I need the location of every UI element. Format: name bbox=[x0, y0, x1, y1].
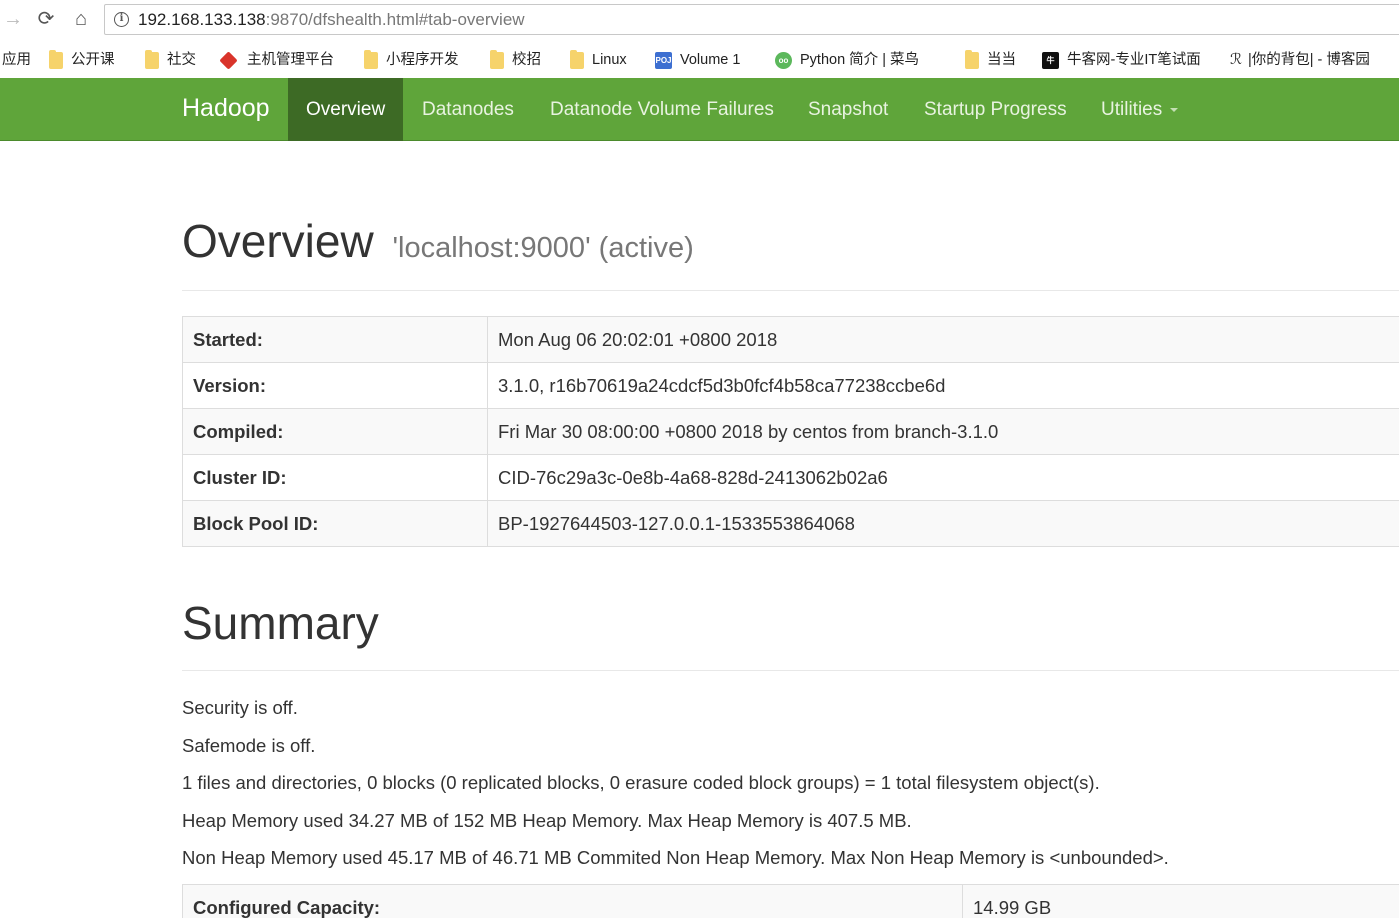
folder-icon bbox=[49, 49, 63, 69]
red-diamond-icon bbox=[219, 50, 238, 70]
table-row: Block Pool ID: BP-1927644503-127.0.0.1-15… bbox=[182, 500, 1399, 547]
page-title: Overview 'localhost:9000' (active) bbox=[182, 214, 694, 268]
summary-table: Configured Capacity: 14.99 GB bbox=[182, 884, 1399, 918]
overview-table: Started: Mon Aug 06 20:02:01 +0800 2018 V… bbox=[182, 316, 1399, 547]
row-key: Version: bbox=[182, 362, 488, 409]
bookmark-linux[interactable]: Linux bbox=[570, 49, 627, 71]
nowcoder-icon: 牛 bbox=[1042, 51, 1059, 69]
folder-icon bbox=[364, 49, 378, 69]
folder-icon bbox=[490, 49, 504, 69]
overview-title: Overview bbox=[182, 215, 374, 267]
back-arrow-icon[interactable]: → bbox=[0, 6, 26, 32]
bookmark-cnblogs[interactable]: ℛ |你的背包| - 博客园 bbox=[1230, 49, 1370, 71]
row-key: Started: bbox=[182, 316, 488, 363]
brand-logo[interactable]: Hadoop bbox=[182, 94, 270, 123]
heap-memory: Heap Memory used 34.27 MB of 152 MB Heap… bbox=[182, 810, 912, 831]
row-key: Configured Capacity: bbox=[182, 884, 963, 918]
url-host: 192.168.133.138 bbox=[138, 10, 266, 29]
non-heap-memory: Non Heap Memory used 45.17 MB of 46.71 M… bbox=[182, 847, 1169, 868]
info-icon[interactable]: i bbox=[114, 12, 129, 27]
row-key: Cluster ID: bbox=[182, 454, 488, 501]
bookmark-python-runoob[interactable]: oo Python 简介 | 菜鸟 bbox=[775, 49, 919, 71]
safemode-status: Safemode is off. bbox=[182, 735, 316, 756]
table-row: Compiled: Fri Mar 30 08:00:00 +0800 2018 … bbox=[182, 408, 1399, 455]
row-key: Block Pool ID: bbox=[182, 500, 488, 547]
table-row: Configured Capacity: 14.99 GB bbox=[182, 884, 1399, 918]
folder-icon bbox=[570, 49, 584, 69]
divider bbox=[182, 290, 1399, 291]
poj-icon: POJ bbox=[655, 51, 672, 69]
bookmark-dangdang[interactable]: 当当 bbox=[965, 49, 1016, 71]
row-value: Mon Aug 06 20:02:01 +0800 2018 bbox=[487, 316, 1399, 363]
row-value: BP-1927644503-127.0.0.1-1533553864068 bbox=[487, 500, 1399, 547]
table-row: Cluster ID: CID-76c29a3c-0e8b-4a68-828d-2… bbox=[182, 454, 1399, 501]
security-status: Security is off. bbox=[182, 697, 298, 718]
table-row: Started: Mon Aug 06 20:02:01 +0800 2018 bbox=[182, 316, 1399, 363]
reload-icon[interactable]: ⟳ bbox=[33, 6, 59, 32]
bookmarks-bar: 应用 公开课 社交 主机管理平台 小程序开发 校招 Linux POJ Volum… bbox=[0, 43, 1399, 77]
tab-datanodes[interactable]: Datanodes bbox=[422, 78, 514, 141]
runoob-icon: oo bbox=[775, 51, 792, 69]
bookmark-campus[interactable]: 校招 bbox=[490, 49, 541, 71]
tab-startup-progress[interactable]: Startup Progress bbox=[924, 78, 1067, 141]
summary-title: Summary bbox=[182, 597, 379, 649]
url-path: :9870/dfshealth.html#tab-overview bbox=[265, 10, 525, 29]
divider bbox=[182, 670, 1399, 671]
tab-datanode-volume-failures[interactable]: Datanode Volume Failures bbox=[550, 78, 774, 141]
row-value: 14.99 GB bbox=[962, 884, 1399, 918]
bookmark-public-course[interactable]: 公开课 bbox=[49, 49, 115, 71]
filesystem-objects: 1 files and directories, 0 blocks (0 rep… bbox=[182, 772, 1100, 793]
address-bar[interactable]: i 192.168.133.138:9870/dfshealth.html#ta… bbox=[104, 4, 1399, 35]
bookmark-apps[interactable]: 应用 bbox=[2, 49, 31, 71]
tab-overview[interactable]: Overview bbox=[288, 78, 403, 141]
bookmark-miniprogram[interactable]: 小程序开发 bbox=[364, 49, 459, 71]
cnblogs-icon: ℛ bbox=[1230, 51, 1242, 69]
home-icon[interactable]: ⌂ bbox=[68, 6, 94, 32]
tab-snapshot[interactable]: Snapshot bbox=[808, 78, 888, 141]
folder-icon bbox=[145, 49, 159, 69]
overview-subtitle: 'localhost:9000' (active) bbox=[392, 232, 694, 264]
browser-toolbar: → ⟳ ⌂ i 192.168.133.138:9870/dfshealth.h… bbox=[0, 0, 1399, 40]
url-text[interactable]: 192.168.133.138:9870/dfshealth.html#tab-… bbox=[138, 10, 525, 30]
folder-icon bbox=[965, 49, 979, 69]
bookmark-host-mgmt[interactable]: 主机管理平台 bbox=[219, 49, 334, 71]
row-key: Compiled: bbox=[182, 408, 488, 455]
bookmark-social[interactable]: 社交 bbox=[145, 49, 196, 71]
caret-down-icon bbox=[1170, 107, 1179, 112]
tab-utilities-label: Utilities bbox=[1101, 99, 1163, 120]
table-row: Version: 3.1.0, r16b70619a24cdcf5d3b0fcf4… bbox=[182, 362, 1399, 409]
bookmark-nowcoder[interactable]: 牛牛客网-专业IT笔试面 bbox=[1042, 49, 1201, 71]
hadoop-navbar: Hadoop Overview Datanodes Datanode Volum… bbox=[0, 78, 1399, 141]
bookmark-volume1[interactable]: POJ Volume 1 bbox=[655, 49, 740, 71]
row-value: Fri Mar 30 08:00:00 +0800 2018 by centos… bbox=[487, 408, 1399, 455]
row-value: 3.1.0, r16b70619a24cdcf5d3b0fcf4b58ca772… bbox=[487, 362, 1399, 409]
tab-utilities[interactable]: Utilities bbox=[1101, 78, 1179, 141]
row-value: CID-76c29a3c-0e8b-4a68-828d-2413062b02a6 bbox=[487, 454, 1399, 501]
